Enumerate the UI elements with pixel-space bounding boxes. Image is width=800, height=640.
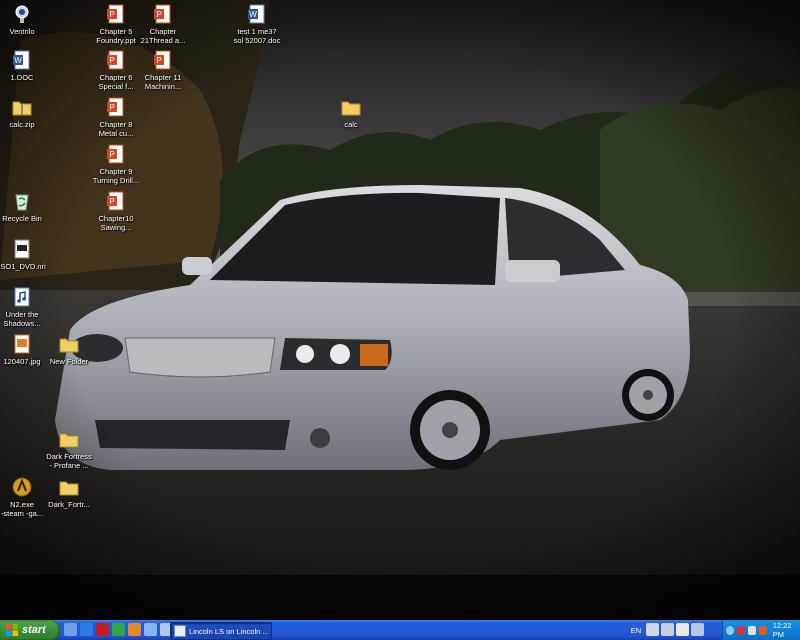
- svg-text:P: P: [109, 103, 114, 112]
- media-player-icon[interactable]: [96, 623, 109, 636]
- svg-text:P: P: [109, 10, 114, 19]
- security-icon[interactable]: [758, 625, 767, 635]
- desktop-icon-label: test 1 me37 sol 52007.doc: [233, 27, 281, 45]
- svg-text:P: P: [109, 150, 114, 159]
- taskbar-window-lincoln-ls[interactable]: Lincoln LS on Lincoln ...: [170, 622, 272, 640]
- powerpoint-file-icon: P: [107, 4, 124, 24]
- wallpaper-lincoln-ls: [0, 0, 800, 620]
- window-icon: [174, 625, 186, 637]
- powerpoint-file-icon: P: [107, 144, 124, 164]
- powerpoint-file-icon: P: [107, 97, 124, 117]
- nri-file-icon: [14, 239, 30, 259]
- svg-text:P: P: [109, 56, 114, 65]
- desktop-icon-label: calc: [344, 120, 358, 129]
- powerpoint-file-icon: P: [154, 50, 171, 70]
- desktop-icon-chapter-8[interactable]: P Chapter 8 Metal cu...: [84, 96, 148, 138]
- recycle-bin-icon: [15, 194, 29, 211]
- desktop-icon-new-folder[interactable]: New Folder: [37, 333, 101, 366]
- messenger-icon[interactable]: [112, 623, 125, 636]
- desktop-icon-label: 1.DOC: [10, 73, 34, 82]
- desktop-icon-label: Chapter 8 Metal cu...: [98, 120, 134, 138]
- svg-text:P: P: [156, 10, 161, 19]
- tray-extra-icons: [646, 623, 704, 636]
- desktop-icon-label: Dark_Fortr...: [48, 500, 90, 509]
- language-indicator[interactable]: EN: [626, 620, 646, 640]
- desktop-icon-label: Chapter 11 Machinin...: [144, 73, 182, 91]
- desktop-icon-label: Ventrilo: [9, 27, 35, 36]
- desktop-icon-chapter-21[interactable]: P Chapter 21Thread a...: [131, 3, 195, 45]
- start-label: start: [22, 624, 46, 636]
- desktop-icon-test-1-me37[interactable]: W test 1 me37 sol 52007.doc: [225, 3, 289, 45]
- clock[interactable]: 12:22 PM: [773, 621, 800, 639]
- word-doc-icon: W: [248, 4, 265, 24]
- desktop-icon-dark-fortr[interactable]: Dark_Fortr...: [37, 476, 101, 509]
- desktop-icon-under-the-shadows[interactable]: Under the Shadows...: [0, 286, 54, 328]
- folder-icon: [59, 481, 79, 496]
- taskbar-window-label: Lincoln LS on Lincoln ...: [189, 626, 269, 636]
- desktop-icon-label: Chapter10 Sawing...: [98, 214, 134, 232]
- quick-launch-bar: [64, 623, 173, 637]
- folder-icon: [59, 338, 79, 353]
- show-desktop-icon[interactable]: [64, 623, 77, 636]
- desktop-icon-ventrilo[interactable]: Ventrilo: [0, 3, 54, 36]
- desktop: Ventrilo W 1.DOC calc.zip Recycle Bin IS…: [0, 0, 800, 620]
- folder-icon: [341, 101, 361, 116]
- explorer-icon[interactable]: [144, 623, 157, 636]
- internet-explorer-icon[interactable]: [80, 623, 93, 636]
- svg-text:P: P: [109, 197, 114, 206]
- folder-icon: [59, 433, 79, 448]
- taskbar: start Lincoln LS on Lincoln ... EN 12:22…: [0, 620, 800, 640]
- word-doc-icon: W: [13, 50, 30, 70]
- browser-icon[interactable]: [128, 623, 141, 636]
- audio-file-icon: [14, 287, 30, 307]
- volume-icon[interactable]: [747, 625, 756, 635]
- desktop-icon-label: Under the Shadows...: [3, 310, 41, 328]
- network-icon[interactable]: [661, 623, 674, 636]
- powerpoint-file-icon: P: [107, 191, 124, 211]
- powerpoint-file-icon: P: [154, 4, 171, 24]
- start-button[interactable]: start: [0, 620, 60, 640]
- antivirus-icon[interactable]: [736, 625, 745, 635]
- tray-arrow-icon[interactable]: [726, 625, 734, 635]
- system-tray: 12:22 PM: [722, 620, 800, 640]
- desktop-icon-dark-fortress-profane[interactable]: Dark Fortress - Profane ...: [37, 428, 101, 470]
- desktop-icon-label: Chapter 9 Turning Drill...: [92, 167, 140, 185]
- desktop-icon-iso1-dvd[interactable]: ISO1_DVD.nri: [0, 238, 54, 271]
- desktop-icon-recycle-bin[interactable]: Recycle Bin: [0, 190, 54, 223]
- desktop-icon-label: Recycle Bin: [2, 214, 42, 223]
- desktop-icon-calc-folder[interactable]: calc: [319, 96, 383, 129]
- image-file-icon: [14, 334, 30, 354]
- powerpoint-file-icon: P: [107, 50, 124, 70]
- desktop-icon-chapter-9[interactable]: P Chapter 9 Turning Drill...: [84, 143, 148, 185]
- svg-text:W: W: [14, 56, 22, 65]
- desktop-icon-label: Dark Fortress - Profane ...: [46, 452, 92, 470]
- svg-text:W: W: [249, 10, 257, 19]
- ventrilo-icon: [15, 5, 29, 23]
- toolbar-icon[interactable]: [646, 623, 659, 636]
- desktop-icon-calc-zip[interactable]: calc.zip: [0, 96, 54, 129]
- desktop-icon-label: Chapter 21Thread a...: [140, 27, 186, 45]
- desktop-icon-label: calc.zip: [9, 120, 35, 129]
- n2-exe-icon: [12, 477, 32, 497]
- help-icon[interactable]: [676, 623, 689, 636]
- zip-folder-icon: [12, 101, 32, 116]
- desktop-icon-1-doc[interactable]: W 1.DOC: [0, 49, 54, 82]
- desktop-icon-label: New Folder: [49, 357, 89, 366]
- windows-logo-icon: [6, 624, 18, 636]
- window-icon[interactable]: [691, 623, 704, 636]
- desktop-icon-chapter-11[interactable]: P Chapter 11 Machinin...: [131, 49, 195, 91]
- desktop-icon-label: ISO1_DVD.nri: [0, 262, 46, 271]
- svg-text:P: P: [156, 56, 161, 65]
- desktop-icon-chapter-10[interactable]: P Chapter10 Sawing...: [84, 190, 148, 232]
